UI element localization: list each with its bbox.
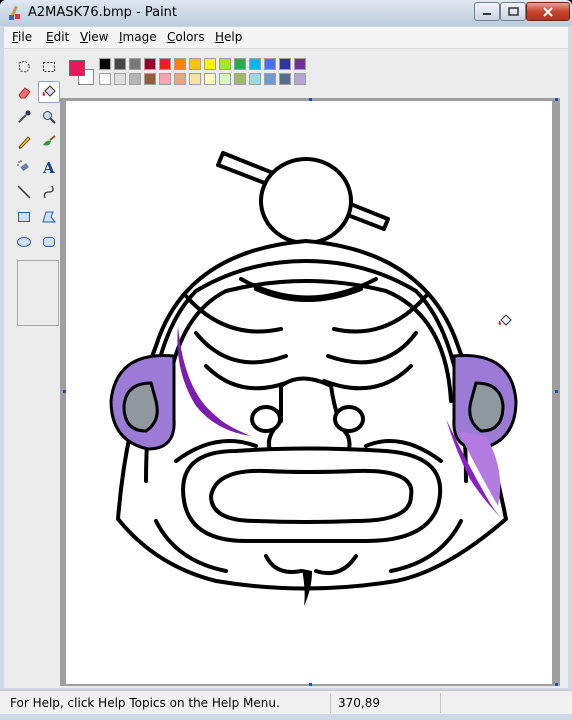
color-swatch[interactable] xyxy=(144,58,156,70)
active-colors[interactable] xyxy=(66,54,96,85)
eraser-icon[interactable] xyxy=(13,81,35,103)
foreground-color[interactable] xyxy=(69,60,85,76)
window-frame-bottom xyxy=(0,714,572,720)
color-swatch[interactable] xyxy=(189,58,201,70)
resize-handle-top-right[interactable] xyxy=(555,98,558,101)
svg-text:A: A xyxy=(42,159,55,175)
fill-cursor-icon xyxy=(497,313,513,332)
mask-drawing xyxy=(109,151,518,606)
menu-file[interactable]: File xyxy=(12,30,32,44)
tool-box: A xyxy=(9,52,64,684)
color-swatch[interactable] xyxy=(249,73,261,85)
pick-color-icon[interactable] xyxy=(13,106,35,128)
color-swatch[interactable] xyxy=(114,73,126,85)
menu-image[interactable]: Image xyxy=(119,30,157,44)
menu-bar: File Edit View Image Colors Help xyxy=(4,27,568,49)
polygon-icon[interactable] xyxy=(38,206,60,228)
color-swatch[interactable] xyxy=(174,58,186,70)
paint-window: A2MASK76.bmp - Paint File Edit View Imag… xyxy=(0,0,572,720)
menu-colors[interactable]: Colors xyxy=(167,30,205,44)
color-swatch[interactable] xyxy=(114,58,126,70)
color-swatch[interactable] xyxy=(294,58,306,70)
fill-with-color-icon[interactable] xyxy=(38,81,60,103)
rounded-rectangle-icon[interactable] xyxy=(38,231,60,253)
color-swatch[interactable] xyxy=(279,73,291,85)
window-title: A2MASK76.bmp - Paint xyxy=(28,5,178,20)
resize-handle-bottom[interactable] xyxy=(309,683,312,686)
color-swatch[interactable] xyxy=(189,73,201,85)
color-swatch[interactable] xyxy=(99,58,111,70)
cursor-coordinates: 370,89 xyxy=(338,696,380,710)
color-swatch[interactable] xyxy=(264,58,276,70)
menu-view[interactable]: View xyxy=(80,30,108,44)
canvas-scroll-area[interactable] xyxy=(60,98,560,686)
minimize-button[interactable] xyxy=(474,2,500,21)
paint-app-icon[interactable] xyxy=(6,5,22,21)
color-swatch[interactable] xyxy=(204,58,216,70)
resize-handle-top[interactable] xyxy=(309,98,312,101)
menu-help[interactable]: Help xyxy=(215,30,242,44)
drawing-canvas[interactable] xyxy=(66,101,552,684)
color-swatch[interactable] xyxy=(159,73,171,85)
color-swatch[interactable] xyxy=(249,58,261,70)
minimize-icon xyxy=(483,12,491,15)
tool-options-box[interactable] xyxy=(17,260,59,326)
status-divider xyxy=(440,693,441,713)
maximize-button[interactable] xyxy=(500,2,526,21)
status-bar: For Help, click Help Topics on the Help … xyxy=(0,690,572,715)
airbrush-icon[interactable] xyxy=(13,156,35,178)
color-swatch[interactable] xyxy=(219,73,231,85)
color-swatch[interactable] xyxy=(279,58,291,70)
curve-icon[interactable] xyxy=(38,181,60,203)
brush-icon[interactable] xyxy=(38,131,60,153)
color-swatch[interactable] xyxy=(234,58,246,70)
color-swatch[interactable] xyxy=(174,73,186,85)
text-icon[interactable]: A xyxy=(38,156,60,178)
magnifier-icon[interactable] xyxy=(38,106,60,128)
select-icon[interactable] xyxy=(38,56,60,78)
resize-handle-right[interactable] xyxy=(555,390,558,393)
color-swatch[interactable] xyxy=(234,73,246,85)
status-help-text: For Help, click Help Topics on the Help … xyxy=(10,696,280,710)
rectangle-icon[interactable] xyxy=(13,206,35,228)
color-palette xyxy=(66,54,326,90)
color-swatch[interactable] xyxy=(204,73,216,85)
close-icon xyxy=(543,6,553,17)
color-swatch[interactable] xyxy=(219,58,231,70)
pencil-icon[interactable] xyxy=(13,131,35,153)
line-icon[interactable] xyxy=(13,181,35,203)
maximize-icon xyxy=(507,7,519,16)
color-swatch[interactable] xyxy=(129,73,141,85)
title-bar[interactable]: A2MASK76.bmp - Paint xyxy=(0,0,572,26)
color-swatch[interactable] xyxy=(99,73,111,85)
color-swatch[interactable] xyxy=(129,58,141,70)
resize-handle-left[interactable] xyxy=(63,390,66,393)
color-swatch[interactable] xyxy=(294,73,306,85)
menu-edit[interactable]: Edit xyxy=(46,30,69,44)
status-divider xyxy=(330,693,331,713)
ellipse-icon[interactable] xyxy=(13,231,35,253)
color-swatch[interactable] xyxy=(264,73,276,85)
close-button[interactable] xyxy=(526,2,570,21)
resize-handle-bottom-right[interactable] xyxy=(555,683,558,686)
color-swatch[interactable] xyxy=(159,58,171,70)
color-swatch[interactable] xyxy=(144,73,156,85)
free-form-select-icon[interactable] xyxy=(13,56,35,78)
